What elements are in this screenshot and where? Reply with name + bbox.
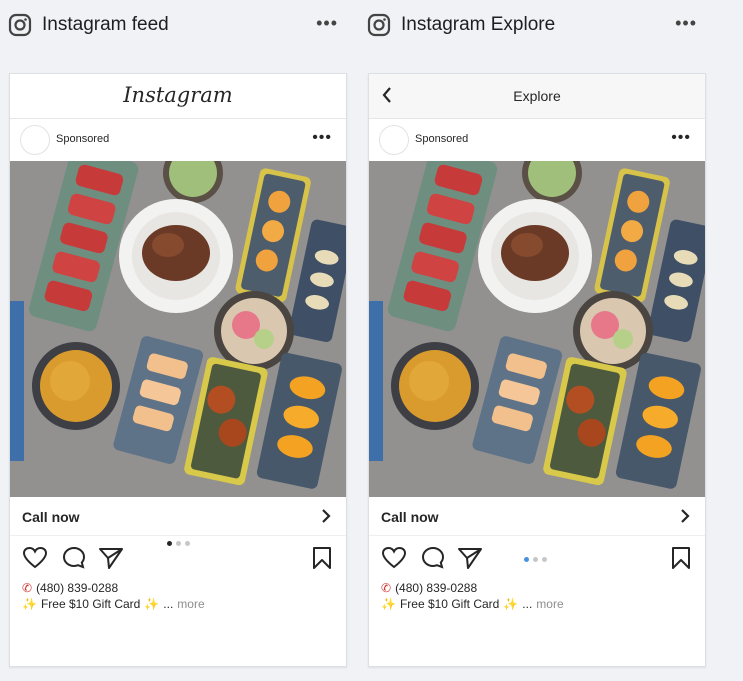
instagram-explore-column: Instagram Explore ••• Explore Sponsored … — [367, 0, 707, 667]
post-header: Sponsored ••• — [369, 119, 705, 161]
phone-number: (480) 839-0288 — [395, 581, 478, 595]
heart-icon[interactable] — [381, 546, 407, 570]
share-icon[interactable] — [98, 546, 124, 570]
column-more-button[interactable]: ••• — [316, 13, 338, 34]
carousel-dot-active — [524, 557, 529, 562]
ad-image[interactable] — [369, 161, 705, 497]
sparkles-icon: ✨ — [381, 597, 396, 611]
column-more-button[interactable]: ••• — [675, 13, 697, 34]
caption-promo-line: ✨ Free $10 Gift Card ✨ ... more — [381, 596, 693, 612]
food-platter-image — [10, 161, 346, 497]
sponsored-label: Sponsored — [415, 133, 469, 145]
explore-preview: Explore Sponsored ••• Call now ✆ (480) 8… — [368, 73, 706, 667]
comment-icon[interactable] — [62, 546, 86, 570]
explore-title: Explore — [513, 88, 561, 104]
call-now-button[interactable]: Call now — [369, 497, 705, 536]
post-menu-button[interactable]: ••• — [312, 129, 332, 147]
food-platter-image — [369, 161, 705, 497]
carousel-indicator — [167, 541, 190, 546]
carousel-dot-active — [167, 541, 172, 546]
caption-ellipsis: ... — [522, 597, 533, 611]
ad-image[interactable] — [10, 161, 346, 497]
instagram-icon — [367, 13, 391, 37]
caption-phone-line: ✆ (480) 839-0288 — [381, 580, 693, 596]
heart-icon[interactable] — [22, 546, 48, 570]
feed-preview: Instagram Sponsored ••• Call now ✆ (480)… — [9, 73, 347, 667]
post-actions — [10, 536, 346, 580]
column-title: Instagram Explore — [401, 14, 556, 35]
column-header: Instagram Explore ••• — [367, 0, 707, 50]
instagram-topbar: Instagram — [10, 74, 346, 119]
post-caption: ✆ (480) 839-0288 ✨ Free $10 Gift Card ✨ … — [10, 580, 346, 612]
comment-icon[interactable] — [421, 546, 445, 570]
sponsored-label: Sponsored — [56, 133, 110, 145]
instagram-icon — [8, 13, 32, 37]
carousel-dot — [185, 541, 190, 546]
avatar[interactable] — [20, 125, 50, 155]
post-caption: ✆ (480) 839-0288 ✨ Free $10 Gift Card ✨ … — [369, 580, 705, 612]
promo-text: Free $10 Gift Card — [40, 597, 141, 611]
share-icon[interactable] — [457, 546, 483, 570]
carousel-dot — [542, 557, 547, 562]
bookmark-icon[interactable] — [671, 546, 691, 570]
instagram-feed-column: Instagram feed ••• Instagram Sponsored •… — [8, 0, 348, 667]
promo-text: Free $10 Gift Card — [399, 597, 500, 611]
telephone-receiver-icon: ✆ — [22, 581, 33, 595]
carousel-dot — [176, 541, 181, 546]
instagram-logo: Instagram — [123, 83, 233, 107]
more-link[interactable]: more — [177, 596, 204, 612]
chevron-right-icon — [681, 509, 690, 523]
avatar[interactable] — [379, 125, 409, 155]
carousel-indicator — [524, 557, 547, 562]
caption-ellipsis: ... — [163, 597, 174, 611]
post-header: Sponsored ••• — [10, 119, 346, 161]
chevron-right-icon — [322, 509, 331, 523]
sparkles-icon: ✨ — [503, 597, 519, 611]
caption-phone-line: ✆ (480) 839-0288 — [22, 580, 334, 596]
call-now-button[interactable]: Call now — [10, 497, 346, 536]
more-link[interactable]: more — [536, 596, 563, 612]
cta-label: Call now — [381, 509, 439, 525]
carousel-dot — [533, 557, 538, 562]
phone-number: (480) 839-0288 — [36, 581, 119, 595]
cta-label: Call now — [22, 509, 80, 525]
caption-promo-line: ✨ Free $10 Gift Card ✨ ... more — [22, 596, 334, 612]
column-header: Instagram feed ••• — [8, 0, 348, 50]
telephone-receiver-icon: ✆ — [381, 581, 392, 595]
column-title: Instagram feed — [42, 14, 169, 35]
post-menu-button[interactable]: ••• — [671, 129, 691, 147]
bookmark-icon[interactable] — [312, 546, 332, 570]
post-actions — [369, 536, 705, 580]
sparkles-icon: ✨ — [22, 597, 37, 611]
explore-topbar: Explore — [369, 74, 705, 119]
sparkles-icon: ✨ — [144, 597, 160, 611]
